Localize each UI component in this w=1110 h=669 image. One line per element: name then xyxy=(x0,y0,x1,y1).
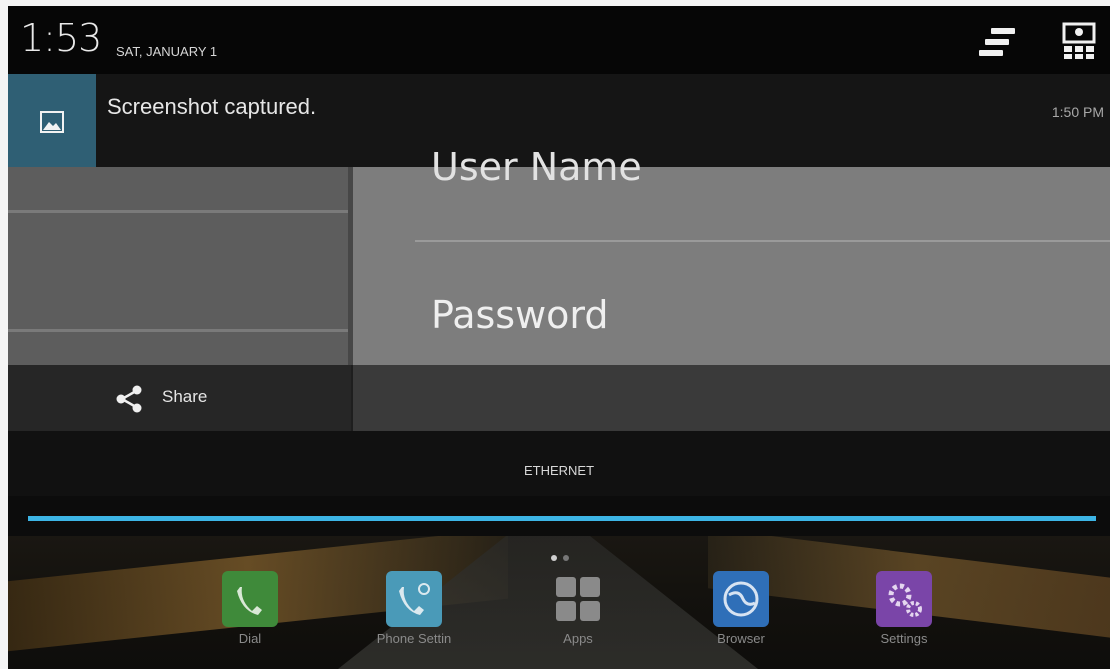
progress-fill xyxy=(28,516,1096,521)
page-indicator xyxy=(548,546,572,565)
dock-label: Settings xyxy=(880,631,928,646)
ethernet-progress-bar xyxy=(28,516,1096,521)
share-icon xyxy=(116,385,142,413)
notification-actions: Share xyxy=(8,365,1110,431)
notification-title: Screenshot captured. xyxy=(107,94,317,119)
notification-time: 1:50 PM xyxy=(1051,104,1104,120)
preview-login-form: User Name Password xyxy=(353,145,1110,365)
image-icon xyxy=(40,111,64,133)
screen: 1:53 SAT, JANUARY 1 Screenshot captured.… xyxy=(8,6,1110,669)
page-dot xyxy=(551,555,557,561)
dock-app-dial[interactable]: Dial xyxy=(210,571,290,646)
dock-app-phone-settings[interactable]: Phone Settin xyxy=(374,571,454,646)
ethernet-label: ETHERNET xyxy=(523,463,595,478)
notification-icon-box xyxy=(8,74,96,167)
username-label: User Name xyxy=(431,145,642,189)
date: SAT, JANUARY 1 xyxy=(116,44,218,59)
dock-label: Phone Settin xyxy=(376,631,452,646)
globe-icon xyxy=(713,571,769,627)
gear-icon xyxy=(876,571,932,627)
clock: 1:53 xyxy=(20,16,102,60)
user-switch-icon[interactable] xyxy=(1062,22,1096,60)
password-label: Password xyxy=(431,293,609,337)
phone-icon xyxy=(222,571,278,627)
dock-app-settings[interactable]: Settings xyxy=(864,571,944,646)
field-divider xyxy=(415,240,1110,242)
screenshot-preview[interactable]: User Name Password xyxy=(8,145,1110,365)
dock-label: Dial xyxy=(238,631,262,646)
apps-grid-icon xyxy=(550,571,606,627)
ethernet-notification[interactable]: ETHERNET xyxy=(8,431,1110,496)
phone-settings-icon xyxy=(386,571,442,627)
home-screen: Dial Phone Settin Apps Browser Settings xyxy=(8,536,1110,669)
share-label: Share xyxy=(162,387,208,406)
preview-left-panel xyxy=(8,167,348,365)
dock-label: Apps xyxy=(563,631,593,646)
page-dot xyxy=(563,555,569,561)
dock-app-browser[interactable]: Browser xyxy=(701,571,781,646)
share-button[interactable]: Share xyxy=(8,365,351,431)
status-bar: 1:53 SAT, JANUARY 1 xyxy=(8,6,1110,74)
quick-settings-toggle-icon[interactable] xyxy=(973,24,1023,64)
dock-label: Browser xyxy=(717,631,765,646)
dock-app-apps[interactable]: Apps xyxy=(538,571,618,646)
